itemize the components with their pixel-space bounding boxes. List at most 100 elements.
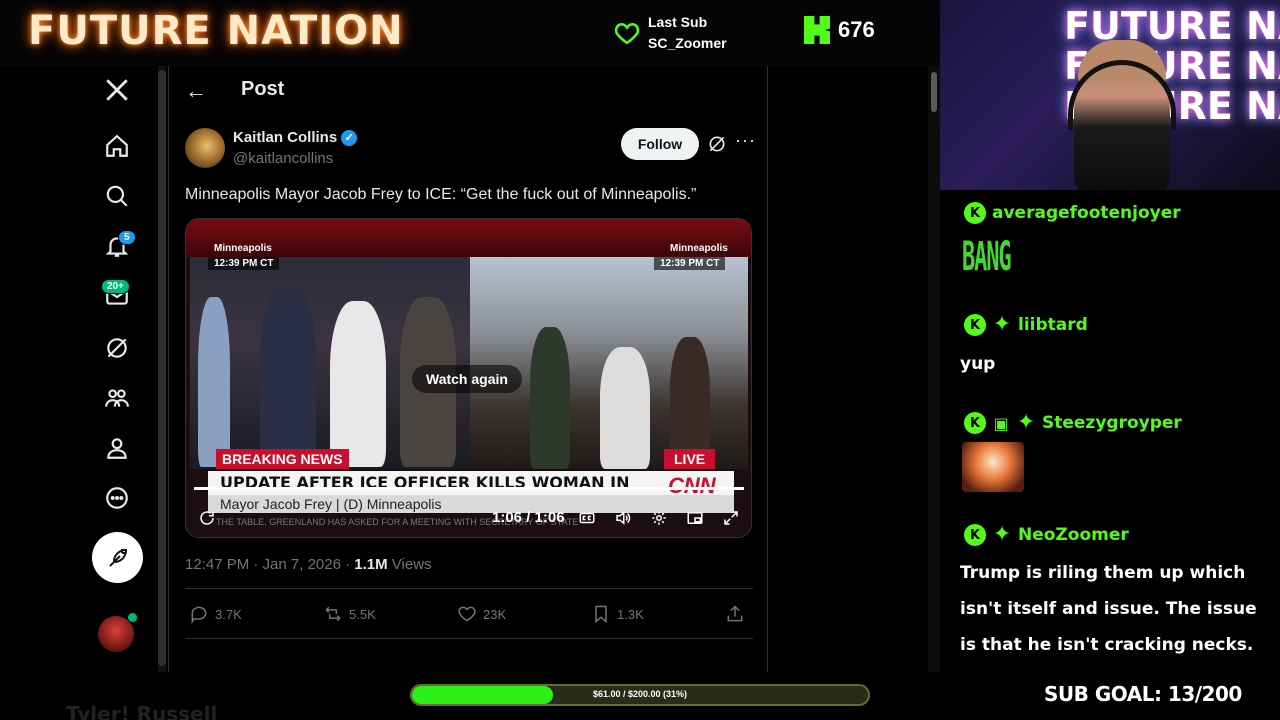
chat-message: yup (960, 354, 996, 374)
donation-goal-text: $61.00 / $200.00 (31%) (592, 689, 688, 699)
video-progress-bar[interactable] (194, 487, 744, 490)
settings-gear-icon[interactable] (650, 509, 670, 529)
stream-top-bar: FUTURE NATION Last Sub SC_Zoomer 676 (0, 0, 940, 66)
notifications-badge: 5 (118, 230, 136, 245)
repost-count: 5.5K (349, 606, 376, 622)
post-more-icon[interactable]: ··· (735, 130, 756, 151)
video-left-feed (190, 257, 470, 469)
author-name-row[interactable]: Kaitlan Collins ✓ (233, 129, 358, 146)
subscriber-badge-icon: ✦ (1016, 410, 1036, 435)
like-button[interactable]: 23K (457, 604, 506, 624)
profile-icon[interactable] (97, 428, 137, 468)
breaking-news-label: BREAKING NEWS (216, 449, 349, 469)
left-scrollbar-thumb[interactable] (158, 70, 166, 666)
feather-icon (108, 548, 127, 567)
post-column: ← Post Kaitlan Collins ✓ @kaitlancollins… (168, 66, 768, 672)
online-status-dot (128, 613, 137, 622)
chyron-subline: Mayor Jacob Frey | (D) Minneapolis (220, 496, 442, 512)
video-player[interactable]: Minneapolis 12:39 PM CT Minneapolis 12:3… (185, 218, 752, 538)
person-shape (198, 297, 230, 467)
viewer-count: 676 (804, 16, 875, 44)
right-scrollbar-track[interactable] (928, 66, 940, 672)
author-name[interactable]: Kaitlan Collins (233, 129, 337, 146)
streamer-name: Tyler! Russell (66, 702, 218, 720)
chat-username[interactable]: liibtard (1018, 315, 1088, 335)
volume-icon[interactable] (614, 509, 634, 529)
post-text: Minneapolis Mayor Jacob Frey to ICE: “Ge… (185, 186, 697, 203)
post-header: ← Post (169, 66, 769, 114)
watch-again-button[interactable]: Watch again (412, 365, 522, 393)
subscriber-badge-icon: ✦ (992, 522, 1012, 547)
post-timestamp[interactable]: 12:47 PM · Jan 7, 2026 · (185, 556, 354, 573)
left-navigation: 5 20+ (0, 66, 160, 672)
viewer-count-number: 676 (838, 17, 875, 42)
video-right-feed (470, 257, 748, 469)
account-avatar[interactable] (98, 616, 134, 652)
chat-username[interactable]: Steezygroyper (1042, 413, 1182, 433)
home-icon[interactable] (97, 126, 137, 166)
verified-badge-icon: ✓ (341, 129, 358, 146)
bookmark-icon (595, 605, 607, 624)
follow-button[interactable]: Follow (621, 128, 699, 160)
bookmark-button[interactable]: 1.3K (591, 604, 644, 624)
replay-icon[interactable] (198, 509, 218, 529)
location-tag-right: Minneapolis (670, 243, 728, 254)
sub-goal-text: SUB GOAL: 13/200 (1044, 682, 1242, 706)
live-label: LIVE (664, 449, 716, 469)
pip-icon[interactable] (686, 509, 706, 529)
chat-username[interactable]: averagefootenjoyer (992, 203, 1181, 223)
reply-count: 3.7K (215, 606, 242, 622)
chat-message: Trump is riling them up which isn't itse… (960, 563, 1257, 655)
person-shape (260, 287, 316, 467)
captions-icon[interactable] (578, 509, 598, 529)
share-button[interactable] (725, 604, 745, 624)
stream-bottom-bar: Tyler! Russell $61.00 / $200.00 (31%) SU… (0, 672, 1280, 720)
kick-badge-icon: K (964, 412, 986, 434)
kick-badge-icon: K (964, 314, 986, 336)
chat-username[interactable]: NeoZoomer (1018, 525, 1129, 545)
kick-badge-icon: K (964, 202, 986, 224)
right-scrollbar-thumb[interactable] (931, 72, 937, 112)
time-tag-left: 12:39 PM CT (208, 257, 280, 270)
kick-logo-icon (804, 16, 830, 44)
webcam-feed: FUTURE NATION FUTURE NATION FUTURE NATIO… (940, 0, 1280, 190)
grok-icon[interactable] (97, 328, 137, 368)
grok-explain-icon[interactable] (707, 134, 727, 154)
video-time: 1:06 / 1:06 (492, 509, 565, 526)
chat-emote-bang: BANG (962, 234, 1012, 280)
person-shape (330, 301, 386, 467)
subscriber-badge-icon: ✦ (992, 312, 1012, 337)
repost-button[interactable]: 5.5K (323, 604, 376, 624)
last-sub-label: Last Sub (648, 14, 708, 30)
chat-username-row: K ✦ liibtard (964, 314, 1088, 336)
time-tag-right: 12:39 PM CT (654, 257, 726, 270)
like-count: 23K (483, 606, 507, 622)
neon-sign-text: FUTURE NATION (1064, 4, 1280, 48)
post-actions: 3.7K 5.5K 23K 1.3K (185, 604, 753, 628)
back-arrow-icon[interactable]: ← (185, 78, 207, 104)
author-handle[interactable]: @kaitlancollins (233, 150, 333, 167)
reply-icon (191, 606, 207, 624)
page-title: Post (241, 78, 285, 100)
person-shape (530, 327, 570, 469)
reply-button[interactable]: 3.7K (189, 604, 242, 624)
compose-post-button[interactable] (92, 532, 143, 583)
chat-panel: K averagefootenjoyer BANG K ✦ liibtard y… (940, 190, 1280, 672)
x-logo-icon[interactable] (97, 70, 137, 110)
more-circle-icon[interactable] (97, 478, 137, 518)
last-sub-name: SC_Zoomer (648, 35, 727, 51)
chat-emote-image (962, 442, 1024, 492)
stream-layout: FUTURE NATION Last Sub SC_Zoomer 676 5 2… (0, 0, 1280, 720)
heart-icon (614, 23, 640, 45)
fullscreen-icon[interactable] (722, 509, 742, 529)
author-avatar[interactable] (185, 128, 225, 168)
chat-username-row: K ▣ ✦ Steezygroyper (964, 412, 1182, 434)
x-browser-page: 5 20+ ← Post Kaitlan Collins ✓ @kaitlanc… (0, 66, 940, 672)
chat-username-row: K averagefootenjoyer (964, 202, 1181, 224)
views-count: 1.1M (354, 556, 388, 573)
repost-icon (325, 606, 341, 622)
search-icon[interactable] (97, 176, 137, 216)
divider (185, 588, 753, 589)
communities-icon[interactable] (97, 378, 137, 418)
bookmark-count: 1.3K (617, 606, 644, 622)
